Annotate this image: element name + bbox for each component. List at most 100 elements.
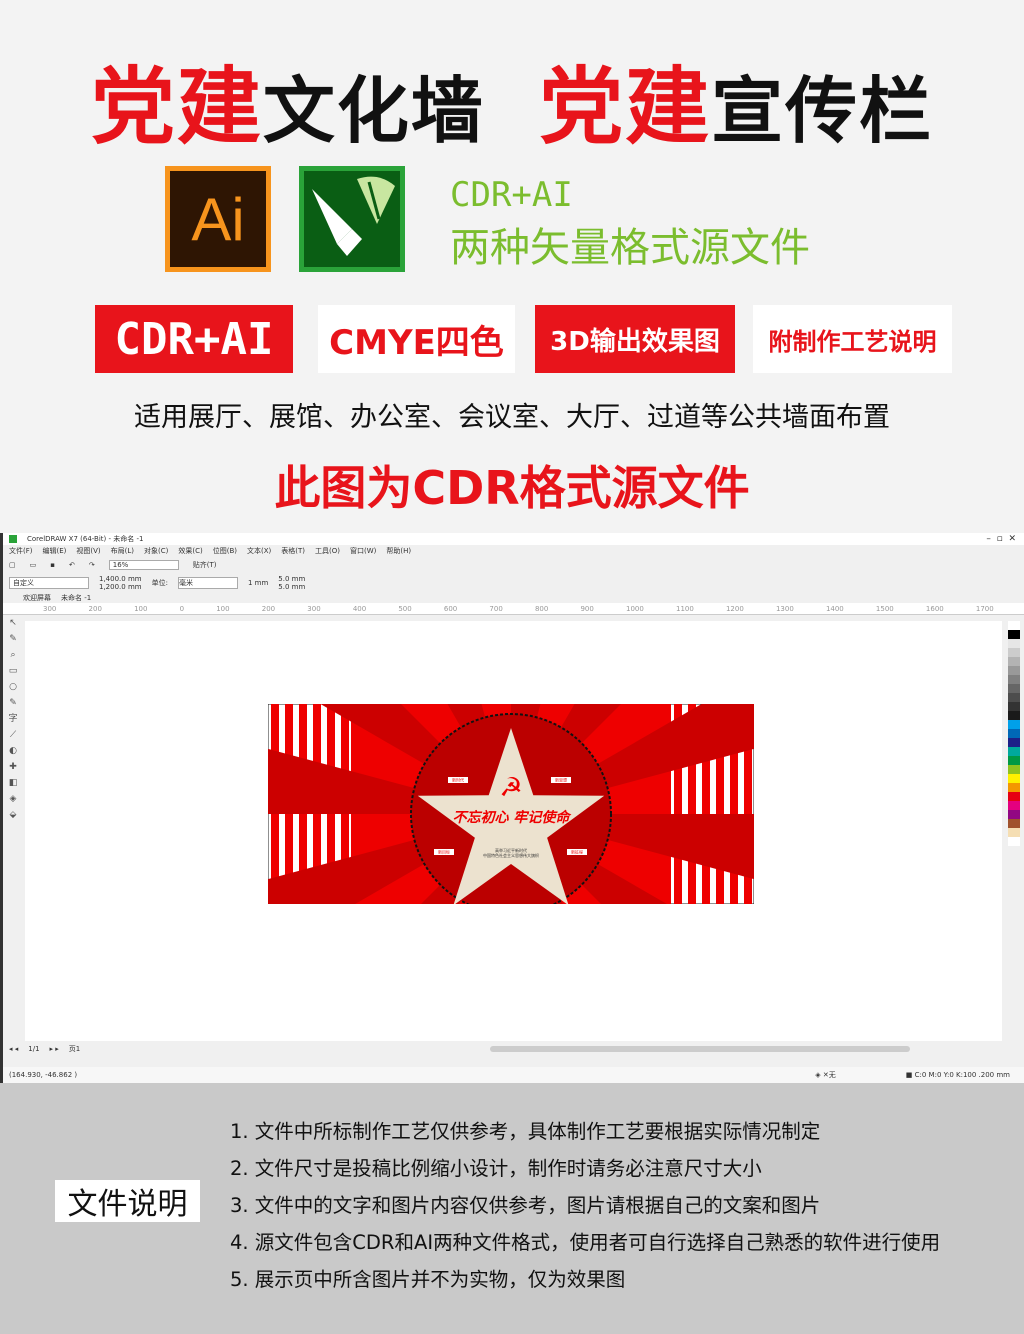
ruler-tick: 0 [179,604,185,613]
palette-swatch[interactable] [1008,801,1020,810]
ruler-tick: 900 [580,604,594,613]
fill-indicator: ◈ ✕无 [815,1071,836,1079]
usage-text: 适用展厅、展馆、办公室、会议室、大厅、过道等公共墙面布置 [134,402,890,433]
palette-swatch[interactable] [1008,675,1020,684]
drawing-canvas[interactable]: ☭ 不忘初心 牢记使命 高举习近平新时代 中国特色社会主义思想伟大旗帜 新时代 … [25,621,1002,1041]
menu-bar: 文件(F) 编辑(E) 视图(V) 布局(L) 对象(C) 效果(C) 位图(B) 文本(X)… [3,545,1024,556]
snap-menu[interactable]: 贴齐(T) [193,560,217,570]
badge-craft: 附制作工艺说明 [753,305,952,373]
menu-item[interactable]: 对象(C) [144,546,168,556]
nudge-input[interactable]: 1 mm [248,579,268,587]
palette-swatch[interactable] [1008,783,1020,792]
palette-swatch[interactable] [1008,639,1020,648]
source-note: 此图为CDR格式源文件 [274,461,750,515]
app-icon [9,535,17,543]
page-width[interactable]: 1,400.0 mm [99,575,142,583]
title-red-2: 党建 [539,58,712,156]
page-height[interactable]: 1,200.0 mm [99,583,142,591]
window-controls[interactable]: – ▫ ✕ [986,534,1024,544]
ruler-tick: 1200 [725,604,744,613]
save-icon[interactable]: ▪ [50,561,55,569]
page-preset-select[interactable]: 自定义 [9,577,89,589]
menu-item[interactable]: 位图(B) [213,546,237,556]
menu-item[interactable]: 工具(O) [315,546,340,556]
palette-swatch[interactable] [1008,693,1020,702]
artwork[interactable]: ☭ 不忘初心 牢记使命 高举习近平新时代 中国特色社会主义思想伟大旗帜 新时代 … [268,704,754,904]
ruler-tick: 1700 [975,604,994,613]
palette-swatch[interactable] [1008,756,1020,765]
menu-item[interactable]: 视图(V) [76,546,100,556]
label-1: 新时代 [452,777,464,783]
palette-swatch[interactable] [1008,720,1020,729]
horizontal-ruler: 300 200 100 0 100 200 300 400 500 600 700 800 900 100… [3,603,1024,615]
palette-swatch[interactable] [1008,621,1020,630]
dup-x[interactable]: 5.0 mm [278,575,305,583]
menu-item[interactable]: 帮助(H) [386,546,411,556]
formats-line-2: 两种矢量格式源文件 [450,225,810,271]
badge-3d: 3D输出效果图 [535,305,735,373]
units-select[interactable]: 毫米 [177,577,238,589]
note-item: 2. 文件尺寸是投稿比例缩小设计，制作时请务必注意尺寸大小 [230,1157,762,1180]
palette-swatch[interactable] [1008,837,1020,846]
page-counter: 1/1 [28,1045,40,1053]
palette-swatch[interactable] [1008,828,1020,837]
palette-swatch[interactable] [1008,810,1020,819]
ruler-tick: 400 [352,604,367,613]
menu-item[interactable]: 窗口(W) [350,546,376,556]
color-palette[interactable] [1008,621,1020,846]
palette-swatch[interactable] [1008,765,1020,774]
note-item: 5. 展示页中所含图片并不为实物，仅为效果图 [230,1268,626,1291]
document-tabs: 欢迎屏幕 未命名 -1 [3,593,1024,603]
redo-icon[interactable]: ↷ [89,561,95,569]
page-tab[interactable]: 页1 [69,1044,80,1054]
window-title: CorelDRAW X7 (64-Bit) - 未命名 -1 [27,535,144,543]
menu-item[interactable]: 布局(L) [111,546,134,556]
zoom-select[interactable]: 16% [108,559,179,570]
outline-indicator: ■ C:0 M:0 Y:0 K:100 .200 mm [905,1071,1010,1079]
next-page-button[interactable]: ▸ ▸ [50,1045,59,1053]
ruler-tick: 200 [261,604,276,613]
subtext-2: 中国特色社会主义思想伟大旗帜 [483,852,539,858]
palette-swatch[interactable] [1008,729,1020,738]
horizontal-scrollbar[interactable] [490,1046,911,1052]
palette-swatch[interactable] [1008,738,1020,747]
title-red-1: 党建 [90,58,263,156]
open-icon[interactable]: ▭ [30,561,37,569]
palette-swatch[interactable] [1008,648,1020,657]
palette-swatch[interactable] [1008,819,1020,828]
palette-swatch[interactable] [1008,702,1020,711]
palette-swatch[interactable] [1008,792,1020,801]
title-bar: CorelDRAW X7 (64-Bit) - 未命名 -1 – ▫ ✕ [3,533,1024,545]
ruler-tick: 1500 [875,604,894,613]
ruler-tick: 300 [307,604,321,613]
new-icon[interactable]: ▢ [9,561,16,569]
prev-page-button[interactable]: ◂ ◂ [9,1045,18,1053]
ai-icon-label: Ai [191,185,245,253]
palette-swatch[interactable] [1008,630,1020,639]
document-tab[interactable]: 未命名 -1 [61,593,91,603]
palette-swatch[interactable] [1008,684,1020,693]
palette-swatch[interactable] [1008,657,1020,666]
menu-item[interactable]: 编辑(E) [43,546,67,556]
doc-notes-list: 1. 文件中所标制作工艺仅供参考，具体制作工艺要根据实际情况制定 2. 文件尺寸… [230,1113,940,1298]
palette-swatch[interactable] [1008,666,1020,675]
menu-item[interactable]: 文件(F) [9,546,33,556]
palette-swatch[interactable] [1008,747,1020,756]
toolbox[interactable]: ↖ ✎ ⌕ ▭ ○ ✎ 字 ⟋ ◐ ✚ ◧ ◈ ⬙ [5,615,21,1041]
label-3: 新目标 [438,849,450,855]
menu-item[interactable]: 文本(X) [247,546,271,556]
palette-swatch[interactable] [1008,711,1020,720]
menu-item[interactable]: 效果(C) [178,546,202,556]
ruler-tick: 1100 [675,604,694,613]
dup-y[interactable]: 5.0 mm [278,583,305,591]
property-bar: 自定义 1,400.0 mm 1,200.0 mm 单位: 毫米 1 mm 5.0… [3,573,1024,593]
undo-icon[interactable]: ↶ [69,561,75,569]
menu-item[interactable]: 表格(T) [281,546,305,556]
note-item: 1. 文件中所标制作工艺仅供参考，具体制作工艺要根据实际情况制定 [230,1120,821,1143]
document-tab[interactable]: 欢迎屏幕 [23,593,51,603]
palette-swatch[interactable] [1008,774,1020,783]
ruler-tick: 100 [134,604,148,613]
coreldraw-icon [299,166,405,272]
page-title: 党建文化墙 党建宣传栏 [0,40,1024,161]
ruler-tick: 1300 [775,604,794,613]
